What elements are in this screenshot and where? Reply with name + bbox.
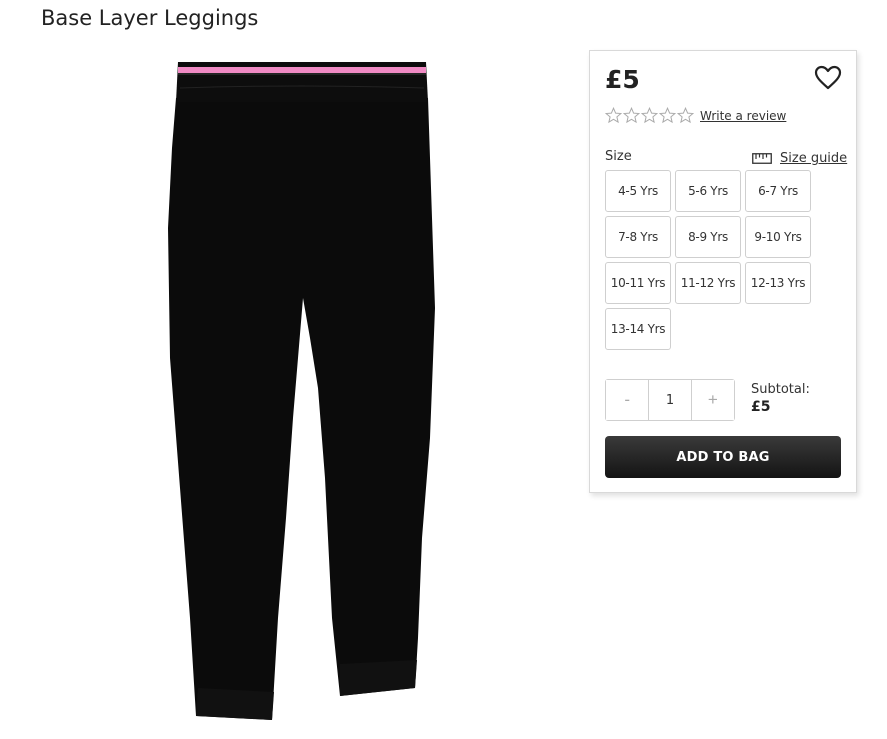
size-option[interactable]: 10-11 Yrs <box>605 262 671 304</box>
star-outline-icon[interactable] <box>641 107 658 124</box>
rating-stars <box>605 107 694 124</box>
size-guide-label: Size guide <box>780 151 848 166</box>
size-option[interactable]: 11-12 Yrs <box>675 262 741 304</box>
price: £5 <box>605 65 640 94</box>
quantity-stepper: - 1 + <box>605 379 735 421</box>
decrement-button[interactable]: - <box>606 380 649 420</box>
star-outline-icon[interactable] <box>659 107 676 124</box>
subtotal: Subtotal: £5 <box>751 382 810 415</box>
increment-button[interactable]: + <box>691 380 734 420</box>
write-review-link[interactable]: Write a review <box>700 109 786 123</box>
product-image <box>160 58 450 728</box>
rating: Write a review <box>605 107 786 124</box>
size-option[interactable]: 8-9 Yrs <box>675 216 741 258</box>
star-outline-icon[interactable] <box>623 107 640 124</box>
size-option[interactable]: 7-8 Yrs <box>605 216 671 258</box>
ruler-icon <box>752 153 772 164</box>
subtotal-value: £5 <box>751 399 771 415</box>
size-guide-link[interactable]: Size guide <box>752 151 847 166</box>
heart-icon[interactable] <box>814 65 842 91</box>
subtotal-label: Subtotal: <box>751 382 810 397</box>
star-outline-icon[interactable] <box>605 107 622 124</box>
size-option[interactable]: 5-6 Yrs <box>675 170 741 212</box>
size-option[interactable]: 12-13 Yrs <box>745 262 811 304</box>
waistband-pink-stripe <box>178 67 426 73</box>
add-to-bag-button[interactable]: ADD TO BAG <box>605 436 841 478</box>
size-label: Size <box>605 149 632 164</box>
page-title: Base Layer Leggings <box>41 6 259 30</box>
star-outline-icon[interactable] <box>677 107 694 124</box>
size-option[interactable]: 9-10 Yrs <box>745 216 811 258</box>
leggings-shape <box>168 98 435 720</box>
size-option[interactable]: 6-7 Yrs <box>745 170 811 212</box>
purchase-panel: £5 Write a review Size Size guide 4-5 Yr… <box>589 50 857 493</box>
size-option[interactable]: 13-14 Yrs <box>605 308 671 350</box>
size-options: 4-5 Yrs 5-6 Yrs 6-7 Yrs 7-8 Yrs 8-9 Yrs 9-10 … <box>605 170 811 350</box>
quantity-input[interactable]: 1 <box>648 380 692 420</box>
size-option[interactable]: 4-5 Yrs <box>605 170 671 212</box>
